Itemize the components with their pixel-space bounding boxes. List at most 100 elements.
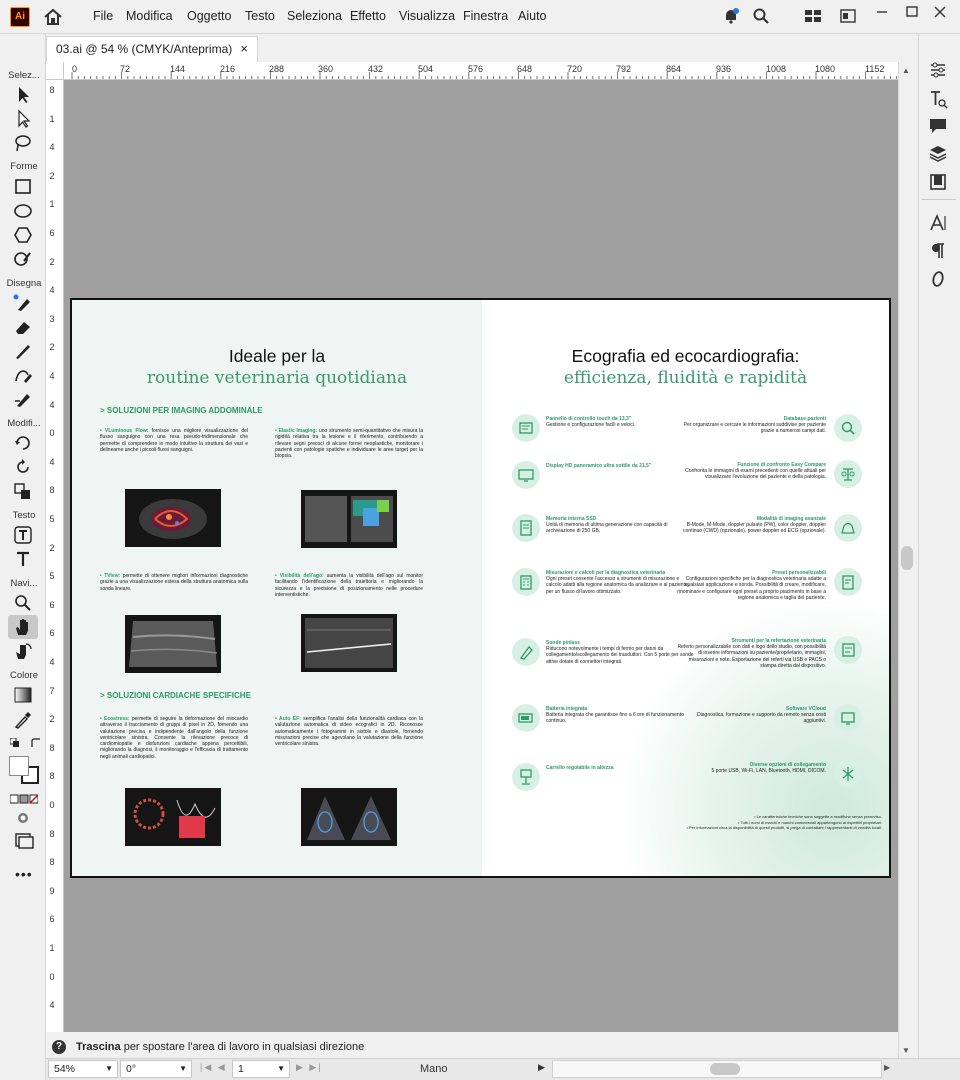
artboard-number-field[interactable]: 1 ▼: [232, 1060, 290, 1078]
ellipse-tool-icon[interactable]: [12, 201, 34, 221]
libraries-panel-icon[interactable]: [928, 172, 948, 192]
selection-tool-icon[interactable]: [12, 85, 34, 105]
left-page-subtitle: routine veterinaria quotidiana: [146, 368, 408, 388]
eyedropper-tool-icon[interactable]: [12, 709, 34, 729]
gradient-tool-icon[interactable]: [12, 685, 34, 705]
hand-tool-icon[interactable]: [12, 617, 34, 637]
eraser-tool-icon[interactable]: [12, 317, 34, 337]
ssd-icon: [512, 514, 540, 542]
direct-selection-tool-icon[interactable]: [12, 109, 34, 129]
search-icon[interactable]: [752, 7, 770, 25]
status-menu-arrow-icon[interactable]: ▶: [538, 1062, 545, 1073]
home-icon[interactable]: [42, 7, 64, 27]
right-page-title: Ecografia ed ecocardiografia:: [571, 346, 800, 366]
feature-item: Batteria integrata Batteria integrata che…: [546, 706, 696, 725]
ruler-tick-label: 8: [49, 771, 55, 782]
lasso-tool-icon[interactable]: [12, 133, 34, 153]
feature-description: Unità di memoria di ultima generazione c…: [546, 522, 668, 535]
menu-testo[interactable]: Testo: [245, 9, 275, 23]
opentype-panel-icon[interactable]: [928, 269, 948, 289]
rectangle-tool-icon[interactable]: [12, 177, 34, 197]
swap-colors-icon[interactable]: [30, 737, 42, 749]
close-window-button[interactable]: [932, 5, 948, 19]
polygon-tool-icon[interactable]: [12, 225, 34, 245]
curvature-tool-icon[interactable]: [12, 365, 34, 385]
ruler-tick-label: 8: [49, 857, 55, 868]
pen-tool-icon[interactable]: [12, 293, 34, 313]
artboard-next-buttons[interactable]: ▶ ▶|: [296, 1062, 323, 1073]
menu-finestra[interactable]: Finestra: [463, 9, 508, 23]
vertical-ruler: 8 1 4 2 1 6 2 4 3 2 4 4 0 4 8 5 2 5 6 6 4 7 2 8 8 0 8 8 9 6 1 0 4: [46, 80, 64, 1032]
more-tools-icon[interactable]: •••: [15, 866, 33, 882]
ruler-tick-label: 4: [49, 142, 55, 153]
reflect-tool-icon[interactable]: [12, 457, 34, 477]
menu-aiuto[interactable]: Aiuto: [518, 9, 547, 23]
menu-file[interactable]: File: [93, 9, 113, 23]
connect-icon: [834, 760, 862, 788]
ultrasound-image-needle: [301, 614, 397, 672]
feature-text: permette di ottenere migliori informazio…: [100, 573, 248, 592]
menu-effetto[interactable]: Effetto: [350, 9, 386, 23]
minimize-button[interactable]: [874, 5, 890, 19]
layers-panel-icon[interactable]: [928, 144, 948, 164]
menu-oggetto[interactable]: Oggetto: [187, 9, 231, 23]
feature-description: Batteria integrata che garantisce fino a…: [546, 712, 684, 725]
panel-toggle-icon[interactable]: [840, 9, 856, 23]
menu-visualizza[interactable]: Visualizza: [399, 9, 455, 23]
ruler-origin[interactable]: [46, 62, 64, 80]
maximize-button[interactable]: [904, 5, 920, 19]
scroll-up-arrow-icon[interactable]: ▲: [902, 66, 910, 75]
menu-modifica[interactable]: Modifica: [126, 9, 173, 23]
ruler-tick-label: 0: [49, 428, 55, 439]
paragraph-panel-icon[interactable]: [928, 241, 948, 261]
document-tab[interactable]: 03.ai @ 54 % (CMYK/Anteprima) ×: [46, 36, 258, 62]
chevron-down-icon: ▼: [277, 1064, 285, 1073]
menu-seleziona[interactable]: Seleziona: [287, 9, 342, 23]
feature-item: Sonde pinlass Riducono notevolmente i tem…: [546, 640, 696, 665]
color-mode-icons[interactable]: [9, 793, 39, 804]
screen-mode-icon[interactable]: [12, 831, 34, 851]
area-type-tool-icon[interactable]: [12, 525, 34, 545]
feature-text: permette di seguire la deformazione del …: [100, 716, 248, 760]
ruler-tick-label: 7: [49, 685, 55, 696]
rotate-tool-icon[interactable]: [12, 433, 34, 453]
properties-panel-icon[interactable]: [928, 60, 948, 80]
rotation-field[interactable]: 0° ▼: [120, 1060, 192, 1078]
ruler-tick-label: 4: [49, 285, 55, 296]
scroll-right-arrow-icon[interactable]: ▶: [884, 1063, 890, 1072]
artboard[interactable]: Ideale per la routine veterinaria quotid…: [70, 298, 891, 878]
tool-hint-text: Trascina per spostare l'area di lavoro i…: [76, 1036, 364, 1058]
rotate-view-tool-icon[interactable]: [12, 641, 34, 661]
ruler-tick-label: 1: [49, 199, 55, 210]
draw-mode-icon[interactable]: [12, 808, 34, 828]
zoom-tool-icon[interactable]: [12, 593, 34, 613]
ruler-ticks: [71, 72, 898, 79]
workspace-layout-icon[interactable]: [804, 9, 822, 23]
type-tool-icon[interactable]: [12, 549, 34, 569]
help-icon[interactable]: ?: [52, 1040, 66, 1054]
comments-panel-icon[interactable]: [928, 116, 948, 136]
horizontal-ruler: 0 72 144 216 288 360 432 504 576 648 720…: [46, 62, 898, 80]
ultrasound-image-autoef: [301, 788, 397, 846]
pencil-tool-icon[interactable]: [12, 341, 34, 361]
shaper-tool-icon[interactable]: [12, 249, 34, 269]
feature-item: Strumenti per la refertazione veterinari…: [676, 638, 826, 669]
scale-tool-icon[interactable]: [12, 481, 34, 501]
default-colors-icon[interactable]: [9, 737, 20, 747]
scroll-down-arrow-icon[interactable]: ▼: [902, 1046, 910, 1055]
tab-close-icon[interactable]: ×: [240, 37, 248, 61]
chevron-down-icon: ▼: [179, 1064, 187, 1073]
left-page-title: Ideale per la: [228, 346, 326, 366]
character-panel-icon[interactable]: [928, 213, 948, 233]
character-styles-panel-icon[interactable]: [928, 89, 948, 109]
vertical-scroll-thumb[interactable]: [901, 546, 913, 570]
horizontal-scroll-thumb[interactable]: [710, 1063, 740, 1075]
zoom-level-field[interactable]: 54% ▼: [48, 1060, 118, 1078]
document-tab-title: 03.ai @ 54 % (CMYK/Anteprima): [56, 42, 233, 56]
fill-color-swatch[interactable]: [9, 756, 29, 776]
artboard-prev-buttons[interactable]: |◀ ◀: [200, 1062, 227, 1073]
ruler-tick-label: 2: [49, 714, 55, 725]
brochure-right-page: Ecografia ed ecocardiografia: efficienza…: [482, 300, 889, 876]
bell-icon[interactable]: [722, 7, 740, 25]
blob-brush-tool-icon[interactable]: [12, 389, 34, 409]
